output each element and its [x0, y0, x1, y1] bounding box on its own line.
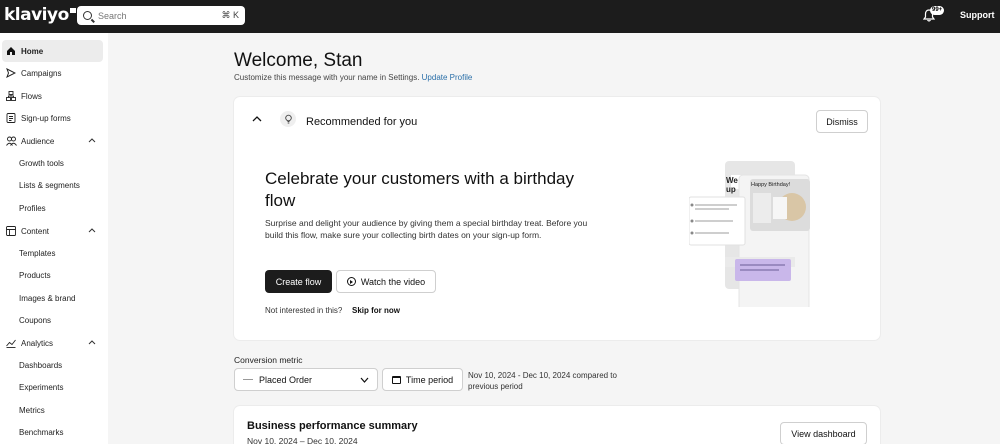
skip-for-now-link[interactable]: Skip for now	[352, 306, 400, 315]
content-icon	[3, 226, 19, 236]
sidebar-subitem-benchmarks[interactable]: Benchmarks	[19, 428, 63, 437]
sidebar-subitem-templates[interactable]: Templates	[19, 249, 55, 258]
search-shortcut: ⌘ K	[221, 10, 239, 20]
logo-flag-icon	[69, 8, 76, 13]
klaviyo-logo[interactable]: klaviyo	[4, 5, 76, 25]
page-subtitle: Customize this message with your name in…	[234, 73, 473, 82]
top-bar: klaviyo Search ⌘ K 99+ Support	[0, 0, 1000, 33]
search-placeholder: Search	[98, 10, 127, 21]
collapse-chevron-icon[interactable]	[252, 115, 262, 122]
people-icon	[3, 136, 19, 146]
sidebar-item-label: Content	[21, 226, 50, 236]
sidebar-item-label: Audience	[21, 136, 55, 146]
illustration-partial-heading: We up	[726, 176, 738, 194]
sidebar-subitem-dashboards[interactable]: Dashboards	[19, 361, 62, 370]
chevron-up-icon	[88, 138, 96, 143]
recommendation-body: Surprise and delight your audience by gi…	[265, 218, 588, 240]
time-period-label: Time period	[405, 374, 454, 385]
chevron-up-icon	[88, 228, 96, 233]
form-icon	[3, 113, 19, 123]
metric-dash-icon	[243, 379, 253, 380]
illustration-birthday-text: Happy Birthday!	[751, 182, 791, 188]
sidebar: Home Campaigns Flows Sign-up forms Audie…	[0, 33, 108, 444]
sidebar-item-label: Sign-up forms	[21, 113, 71, 123]
sidebar-item-label: Flows	[21, 91, 42, 101]
sidebar-subitem-products[interactable]: Products	[19, 271, 51, 280]
flow-icon	[3, 91, 19, 101]
date-range-text: Nov 10, 2024 - Dec 10, 2024 compared to …	[468, 371, 617, 391]
support-link[interactable]: Support	[960, 10, 995, 20]
notification-badge: 99+	[930, 6, 945, 15]
calendar-icon	[391, 375, 401, 384]
watch-video-button[interactable]: Watch the video	[336, 270, 436, 293]
sidebar-subitem-lists-segments[interactable]: Lists & segments	[19, 181, 80, 190]
sidebar-item-audience[interactable]: Audience	[2, 130, 103, 152]
sidebar-subitem-growth-tools[interactable]: Growth tools	[19, 159, 64, 168]
recommended-title: Recommended for you	[306, 116, 418, 128]
sidebar-subitem-metrics[interactable]: Metrics	[19, 406, 45, 415]
performance-title: Business performance summary	[247, 420, 418, 432]
sidebar-item-label: Home	[21, 46, 44, 56]
sidebar-item-label: Campaigns	[21, 68, 62, 78]
main-content: Welcome, Stan Customize this message wit…	[108, 33, 1000, 444]
business-performance-card: Business performance summary Nov 10, 202…	[234, 406, 880, 444]
chevron-down-icon	[360, 377, 369, 383]
play-icon	[346, 277, 356, 286]
sidebar-item-flows[interactable]: Flows	[2, 85, 103, 107]
sidebar-subitem-images-brand[interactable]: Images & brand	[19, 294, 75, 303]
time-period-button[interactable]: Time period	[382, 368, 463, 391]
birthday-flow-illustration: We up Happy Birthday!	[688, 157, 819, 311]
sidebar-item-signup-forms[interactable]: Sign-up forms	[2, 107, 103, 129]
send-icon	[3, 68, 19, 78]
create-flow-button[interactable]: Create flow	[265, 270, 332, 293]
performance-date: Nov 10, 2024 – Dec 10, 2024	[247, 436, 358, 444]
conversion-metric-select[interactable]: Placed Order	[234, 368, 378, 391]
dismiss-button[interactable]: Dismiss	[816, 110, 868, 133]
chevron-up-icon	[88, 340, 96, 345]
conversion-metric-label: Conversion metric	[234, 355, 303, 365]
search-icon	[83, 11, 92, 20]
analytics-icon	[3, 338, 19, 348]
sidebar-item-label: Analytics	[21, 338, 54, 348]
lightbulb-icon	[280, 111, 296, 127]
page-title: Welcome, Stan	[234, 50, 363, 71]
sidebar-item-campaigns[interactable]: Campaigns	[2, 62, 103, 84]
search-input[interactable]: Search ⌘ K	[77, 6, 245, 25]
not-interested-text: Not interested in this?	[265, 306, 343, 315]
sidebar-subitem-coupons[interactable]: Coupons	[19, 316, 51, 325]
conversion-metric-value: Placed Order	[259, 374, 313, 385]
view-dashboard-button[interactable]: View dashboard	[780, 422, 867, 444]
watch-video-label: Watch the video	[360, 276, 426, 287]
sidebar-subitem-profiles[interactable]: Profiles	[19, 204, 46, 213]
sidebar-item-analytics[interactable]: Analytics	[2, 332, 103, 354]
recommended-card: Recommended for you Dismiss Celebrate yo…	[234, 97, 880, 340]
home-icon	[3, 46, 19, 56]
sidebar-subitem-experiments[interactable]: Experiments	[19, 383, 63, 392]
recommendation-headline: Celebrate your customers with a birthday…	[265, 169, 574, 210]
update-profile-link[interactable]: Update Profile	[422, 73, 473, 82]
sidebar-item-content[interactable]: Content	[2, 220, 103, 242]
sidebar-item-home[interactable]: Home	[2, 40, 103, 62]
